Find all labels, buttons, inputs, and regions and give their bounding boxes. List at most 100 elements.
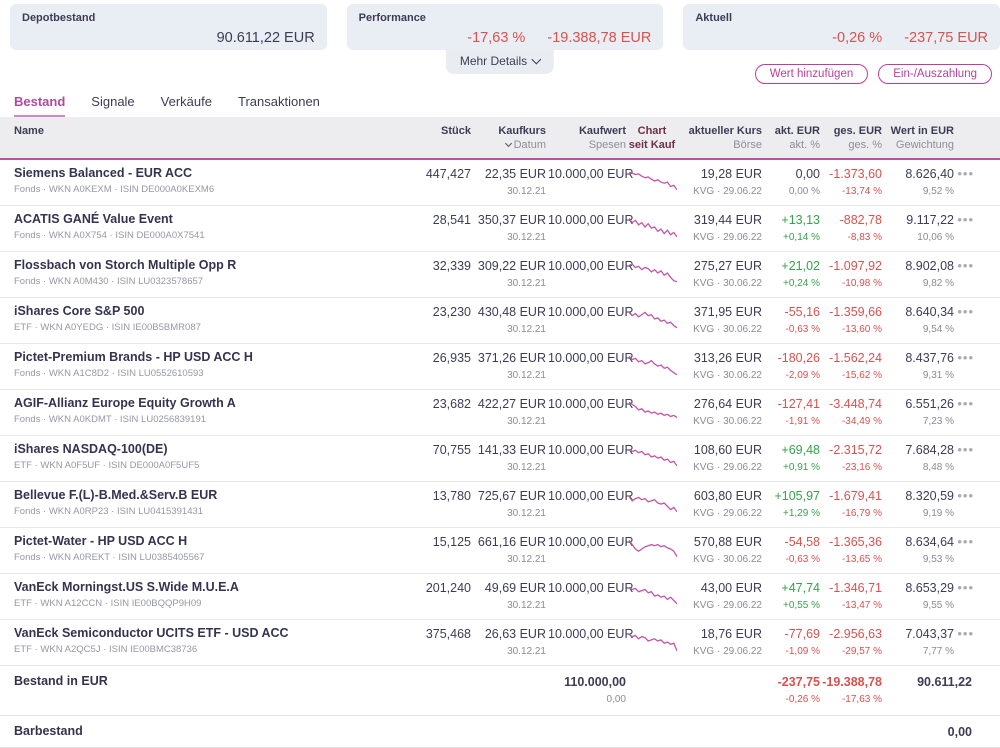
kaufwert-value: 10.000,00 EUR [548, 442, 626, 458]
col-kaufkurs-sort[interactable]: Kaufkurs Datum [473, 124, 548, 152]
akt-eur-value: 0,00 [764, 166, 820, 182]
row-menu-button[interactable]: ••• [956, 396, 980, 412]
sparkline-chart[interactable] [628, 580, 678, 612]
fund-name-link[interactable]: Siemens Balanced - EUR ACC [14, 166, 328, 181]
aktueller-kurs-value: 319,44 EUR [678, 212, 762, 228]
tab-transaktionen[interactable]: Transaktionen [238, 94, 320, 117]
table-row[interactable]: iShares NASDAQ-100(DE) ETF · WKN A0F5UF … [0, 436, 1000, 482]
kaufkurs-value: 22,35 EUR [473, 166, 546, 182]
kurs-boerse-datum: KVG · 29.06.22 [678, 506, 762, 522]
row-menu-button[interactable]: ••• [956, 626, 980, 642]
aktueller-kurs-value: 313,26 EUR [678, 350, 762, 366]
kaufwert-value: 10.000,00 EUR [548, 396, 626, 412]
kaufkurs-value: 350,37 EUR [473, 212, 546, 228]
table-row[interactable]: ACATIS GANÉ Value Event Fonds · WKN A0X7… [0, 206, 1000, 252]
sparkline-svg [629, 260, 677, 286]
sparkline-svg [629, 168, 677, 194]
fund-wkn-isin: Fonds · WKN A0X754 · ISIN DE000A0X7541 [14, 230, 328, 242]
row-menu-button[interactable]: ••• [956, 258, 980, 274]
fund-name-link[interactable]: Flossbach von Storch Multiple Opp R [14, 258, 328, 273]
kaufkurs-value: 49,69 EUR [473, 580, 546, 596]
aktueller-kurs-value: 570,88 EUR [678, 534, 762, 550]
table-row[interactable]: Pictet-Premium Brands - HP USD ACC H Fon… [0, 344, 1000, 390]
tab-bestand[interactable]: Bestand [14, 94, 65, 117]
fund-name-link[interactable]: AGIF-Allianz Europe Equity Growth A [14, 396, 328, 411]
ges-eur-value: -1.359,66 [822, 304, 882, 320]
fund-name-link[interactable]: ACATIS GANÉ Value Event [14, 212, 328, 227]
wert-eur-value: 8.653,29 [884, 580, 954, 596]
gewichtung-pct: 9,52 % [884, 184, 954, 200]
table-row[interactable]: VanEck Morningst.US S.Wide M.U.E.A ETF ·… [0, 574, 1000, 620]
depot-card: Depotbestand 90.611,22 EUR [10, 4, 327, 50]
fund-name-link[interactable]: iShares NASDAQ-100(DE) [14, 442, 328, 457]
sparkline-chart[interactable] [628, 396, 678, 428]
sparkline-chart[interactable] [628, 488, 678, 520]
barbestand-label: Barbestand [0, 724, 473, 738]
sparkline-chart[interactable] [628, 166, 678, 198]
ges-pct-value: -15,62 % [822, 368, 882, 384]
table-row[interactable]: AGIF-Allianz Europe Equity Growth A Fond… [0, 390, 1000, 436]
sparkline-chart[interactable] [628, 626, 678, 658]
akt-eur-value: +21,02 [764, 258, 820, 274]
fund-wkn-isin: Fonds · WKN A0M430 · ISIN LU0323578657 [14, 276, 328, 288]
gewichtung-pct: 9,82 % [884, 276, 954, 292]
sparkline-chart[interactable] [628, 350, 678, 382]
ges-eur-value: -882,78 [822, 212, 882, 228]
sparkline-svg [629, 398, 677, 424]
wert-eur-value: 8.634,64 [884, 534, 954, 550]
sparkline-chart[interactable] [628, 304, 678, 336]
row-menu-button[interactable]: ••• [956, 488, 980, 504]
row-menu-button[interactable]: ••• [956, 304, 980, 320]
tab-signale[interactable]: Signale [91, 94, 134, 117]
fund-wkn-isin: ETF · WKN A0YEDG · ISIN IE00B5BMR087 [14, 322, 328, 334]
ges-pct-value: -13,74 % [822, 184, 882, 200]
akt-eur-value: -180,26 [764, 350, 820, 366]
fund-name-link[interactable]: VanEck Morningst.US S.Wide M.U.E.A [14, 580, 328, 595]
ges-eur-value: -1.365,36 [822, 534, 882, 550]
row-menu-button[interactable]: ••• [956, 166, 980, 182]
aktueller-kurs-value: 18,76 EUR [678, 626, 762, 642]
fund-name-link[interactable]: Pictet-Water - HP USD ACC H [14, 534, 328, 549]
row-menu-button[interactable]: ••• [956, 212, 980, 228]
table-row[interactable]: Flossbach von Storch Multiple Opp R Fond… [0, 252, 1000, 298]
fund-name-link[interactable]: Pictet-Premium Brands - HP USD ACC H [14, 350, 328, 365]
col-akt: akt. EUR akt. % [764, 124, 822, 152]
row-menu-button[interactable]: ••• [956, 442, 980, 458]
wert-eur-value: 9.117,22 [884, 212, 954, 228]
table-row[interactable]: Bellevue F.(L)-B.Med.&Serv.B EUR Fonds ·… [0, 482, 1000, 528]
wert-eur-value: 7.043,37 [884, 626, 954, 642]
akt-pct-value: -1,09 % [764, 644, 820, 660]
sparkline-svg [629, 306, 677, 332]
fund-name-link[interactable]: iShares Core S&P 500 [14, 304, 328, 319]
table-row[interactable]: Siemens Balanced - EUR ACC Fonds · WKN A… [0, 160, 1000, 206]
gewichtung-pct: 10,06 % [884, 230, 954, 246]
ges-pct-value: -34,49 % [822, 414, 882, 430]
ges-pct-value: -13,60 % [822, 322, 882, 338]
fund-name-link[interactable]: Bellevue F.(L)-B.Med.&Serv.B EUR [14, 488, 328, 503]
table-row[interactable]: iShares Core S&P 500 ETF · WKN A0YEDG · … [0, 298, 1000, 344]
sparkline-chart[interactable] [628, 212, 678, 244]
tab-verkaeufe[interactable]: Verkäufe [161, 94, 212, 117]
stueck-value: 32,339 [330, 258, 471, 274]
row-menu-button[interactable]: ••• [956, 534, 980, 550]
sparkline-chart[interactable] [628, 442, 678, 474]
col-chart: Chart seit Kauf [628, 124, 678, 152]
wert-eur-value: 8.902,08 [884, 258, 954, 274]
sparkline-chart[interactable] [628, 534, 678, 566]
fund-wkn-isin: Fonds · WKN A0KEXM · ISIN DE000A0KEXM6 [14, 184, 328, 196]
table-row[interactable]: Pictet-Water - HP USD ACC H Fonds · WKN … [0, 528, 1000, 574]
row-menu-button[interactable]: ••• [956, 350, 980, 366]
row-menu-button[interactable]: ••• [956, 580, 980, 596]
more-details-button[interactable]: Mehr Details [446, 50, 554, 74]
table-row[interactable]: VanEck Semiconductor UCITS ETF - USD ACC… [0, 620, 1000, 666]
akt-pct-value: +1,29 % [764, 506, 820, 522]
fund-name-link[interactable]: VanEck Semiconductor UCITS ETF - USD ACC [14, 626, 328, 641]
deposit-withdraw-button[interactable]: Ein-/Auszahlung [878, 64, 992, 84]
fund-wkn-isin: Fonds · WKN A0RP23 · ISIN LU0415391431 [14, 506, 328, 518]
summary-row: Depotbestand 90.611,22 EUR Performance -… [0, 0, 1000, 50]
sparkline-chart[interactable] [628, 258, 678, 290]
gewichtung-pct: 9,53 % [884, 552, 954, 568]
add-value-button[interactable]: Wert hinzufügen [755, 64, 869, 84]
ges-eur-value: -1.679,41 [822, 488, 882, 504]
kaufkurs-value: 725,67 EUR [473, 488, 546, 504]
